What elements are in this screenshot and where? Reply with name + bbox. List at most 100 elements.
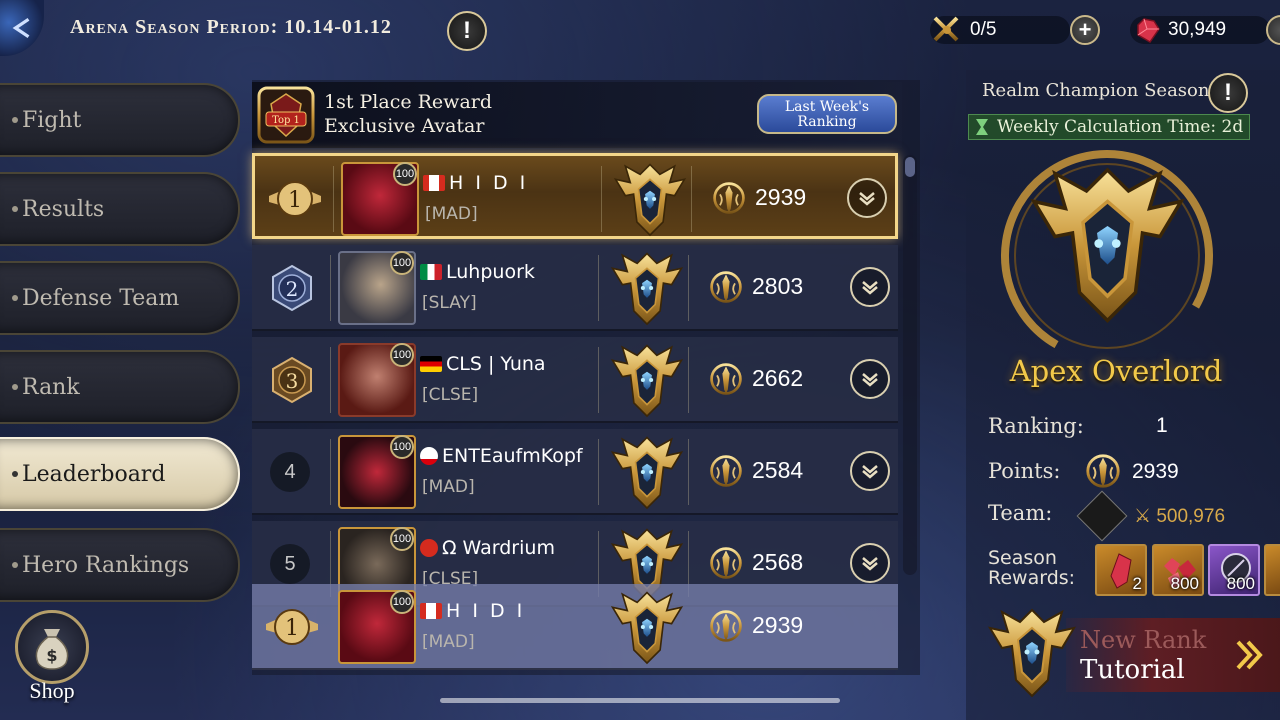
reward-line-2: Exclusive Avatar (324, 115, 485, 137)
season-info-button[interactable]: ! (447, 11, 487, 51)
nav-fight[interactable]: Fight (0, 83, 240, 157)
chevron-down-icon (858, 459, 882, 483)
rank-crest-icon (604, 247, 690, 329)
player-level: 100 (390, 527, 414, 551)
player-points: 2939 (752, 612, 804, 638)
player-guild: [MAD] (422, 632, 475, 652)
rank-1-badge: 1 (264, 602, 320, 652)
gibraltar-flag-icon (420, 447, 438, 465)
nav-hero-rankings-label: Hero Rankings (22, 552, 190, 578)
leaderboard-row[interactable]: 2 100 Luhpuork [SLAY] 2803 (252, 245, 898, 331)
expand-row-button[interactable] (850, 359, 890, 399)
player-name-text: H I D I (446, 600, 526, 622)
back-button[interactable] (0, 0, 44, 56)
leaderboard-row[interactable]: 1 100 H I D I [MAD] 2939 (252, 153, 898, 239)
chevron-down-icon (858, 275, 882, 299)
player-level: 100 (390, 590, 414, 614)
player-name[interactable]: Luhpuork (420, 261, 535, 283)
rank-crest-icon (604, 339, 690, 421)
back-arrow-icon (12, 17, 30, 39)
points-icon (708, 545, 744, 581)
player-name-text: H I D I (449, 172, 529, 194)
player-level: 100 (390, 435, 414, 459)
expand-row-button[interactable] (850, 451, 890, 491)
season-reward-item[interactable]: 800 (1152, 544, 1204, 596)
chevron-down-icon (855, 186, 879, 210)
nav-results-label: Results (22, 196, 105, 222)
season-reward-item[interactable]: 2 (1095, 544, 1147, 596)
rank-crest-icon (604, 586, 690, 668)
reward-quantity: 2 (1132, 574, 1142, 593)
rank-number: 1 (285, 616, 299, 641)
player-guild: [SLAY] (422, 293, 477, 313)
hourglass-icon (976, 119, 988, 135)
season-period-title: Arena Season Period: 10.14-01.12 (70, 16, 392, 38)
apex-overlord-emblem-icon (1001, 150, 1213, 362)
shop-button[interactable]: $ Shop (12, 610, 92, 710)
add-gems-button[interactable] (1266, 15, 1280, 45)
reward-line-1: 1st Place Reward (324, 91, 493, 113)
expand-row-button[interactable] (850, 543, 890, 583)
svg-text:$: $ (46, 646, 57, 665)
rank-2-badge: 2 (264, 263, 320, 313)
reward-text: 1st Place Reward Exclusive Avatar (324, 90, 492, 138)
my-rank-row[interactable]: 1 100 H I D I [MAD] 2939 (252, 584, 898, 670)
canada-flag-icon (420, 603, 442, 619)
expand-row-button[interactable] (850, 267, 890, 307)
top1-reward-badge[interactable]: Top 1 (257, 86, 315, 144)
tutorial-line-2: Tutorial (1080, 655, 1185, 685)
nav-defense-team[interactable]: Defense Team (0, 261, 240, 335)
weekly-calculation-timer: Weekly Calculation Time: 2d (968, 114, 1250, 140)
realm-season-info-button[interactable]: ! (1208, 73, 1248, 113)
scroll-thumb[interactable] (905, 157, 915, 177)
season-reward-item[interactable] (1264, 544, 1280, 596)
player-guild: [MAD] (425, 204, 478, 224)
player-name[interactable]: Ω Wardrium (420, 537, 555, 559)
add-tickets-button[interactable]: + (1070, 15, 1100, 45)
player-points: 2939 (755, 184, 807, 210)
player-name[interactable]: CLS | Yuna (420, 353, 546, 375)
team-label: Team: (988, 501, 1053, 525)
player-name-text: Ω Wardrium (442, 537, 555, 559)
nav-hero-rankings[interactable]: Hero Rankings (0, 528, 240, 602)
rank-crest-icon (604, 431, 690, 513)
last-week-ranking-label: Last Week's Ranking (784, 99, 870, 130)
player-name[interactable]: H I D I (423, 172, 528, 194)
leaderboard-row[interactable]: 4 100 ENTEaufmKopf [MAD] 2584 (252, 429, 898, 515)
player-name[interactable]: ENTEaufmKopf (420, 445, 583, 467)
reward-quantity: 800 (1170, 574, 1199, 593)
expand-row-button[interactable] (847, 178, 887, 218)
points-icon (708, 453, 744, 489)
money-bag-icon: $ (15, 610, 89, 684)
crossed-swords-icon (933, 16, 959, 42)
last-week-ranking-button[interactable]: Last Week's Ranking (757, 94, 897, 134)
nav-leaderboard[interactable]: Leaderboard (0, 437, 240, 511)
top1-badge-text: Top 1 (272, 115, 300, 126)
leaderboard-row[interactable]: 3 100 CLS | Yuna [CLSE] 2662 (252, 337, 898, 423)
points-icon (711, 180, 747, 216)
season-reward-item[interactable]: 800 (1208, 544, 1260, 596)
nav-rank[interactable]: Rank (0, 350, 240, 424)
player-name-text: ENTEaufmKopf (442, 445, 583, 467)
player-points: 2662 (752, 365, 804, 391)
points-icon (708, 361, 744, 397)
plus-icon: + (1078, 17, 1092, 42)
points-value: 2939 (1132, 460, 1179, 483)
player-name[interactable]: H I D I (420, 600, 525, 622)
points-icon (1084, 452, 1122, 490)
team-power: ⚔ 500,976 (1134, 505, 1225, 528)
season-rewards-label-line2: Rewards: (988, 567, 1076, 589)
reward-quantity: 800 (1226, 574, 1255, 593)
player-level: 100 (393, 162, 417, 186)
home-indicator[interactable] (440, 698, 840, 703)
germany-flag-icon (420, 356, 442, 372)
player-level: 100 (390, 343, 414, 367)
nav-results[interactable]: Results (0, 172, 240, 246)
rank-number: 2 (286, 277, 299, 301)
tutorial-line-1: New Rank (1080, 626, 1207, 654)
leaderboard-scrollbar[interactable] (903, 155, 917, 575)
double-chevron-right-icon (1236, 640, 1263, 670)
points-label: Points: (988, 459, 1061, 483)
season-rewards-label: Season Rewards: (988, 548, 1075, 588)
exclamation-icon: ! (1224, 79, 1232, 106)
